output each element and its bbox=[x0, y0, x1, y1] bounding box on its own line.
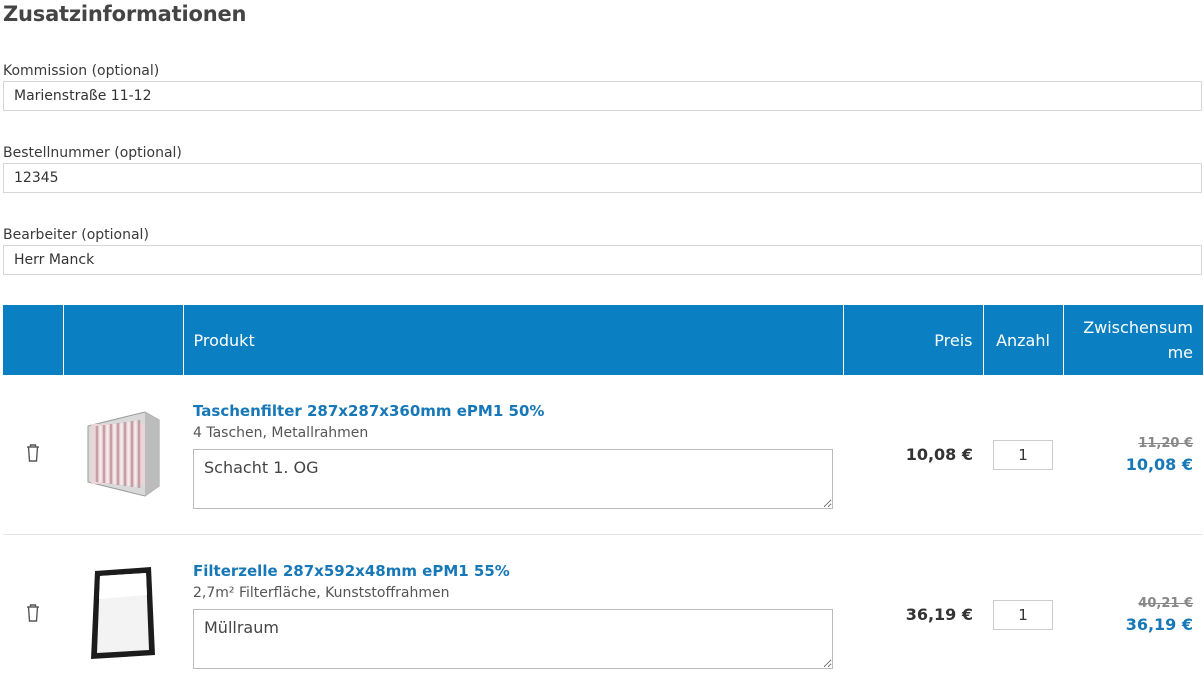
cart-item-row: Filterzelle 287x592x48mm ePM1 55% 2,7m² … bbox=[3, 535, 1203, 694]
product-description: 2,7m² Filterfläche, Kunststoffrahmen bbox=[193, 583, 833, 603]
section-title: Zusatzinformationen bbox=[3, 0, 246, 28]
quantity-input[interactable] bbox=[993, 600, 1053, 630]
header-product: Produkt bbox=[183, 305, 843, 375]
bestellnummer-input[interactable] bbox=[3, 163, 1202, 193]
cart-table: Produkt Preis Anzahl Zwischensumme bbox=[3, 305, 1203, 694]
old-subtotal: 40,21 € bbox=[1064, 594, 1193, 614]
header-quantity: Anzahl bbox=[983, 305, 1063, 375]
item-subtotal: 36,19 € bbox=[1064, 614, 1193, 636]
item-note-textarea[interactable]: Müllraum bbox=[193, 609, 833, 669]
cart-item-row: Taschenfilter 287x287x360mm ePM1 50% 4 T… bbox=[3, 375, 1203, 535]
kommission-label: Kommission (optional) bbox=[3, 62, 159, 80]
pocket-filter-image[interactable] bbox=[83, 408, 163, 498]
header-delete bbox=[3, 305, 63, 375]
header-subtotal: Zwischensumme bbox=[1063, 305, 1203, 375]
kommission-input[interactable] bbox=[3, 81, 1202, 111]
product-title-link[interactable]: Filterzelle 287x592x48mm ePM1 55% bbox=[193, 561, 833, 581]
old-subtotal: 11,20 € bbox=[1064, 434, 1193, 454]
bearbeiter-label: Bearbeiter (optional) bbox=[3, 226, 149, 244]
quantity-input[interactable] bbox=[993, 440, 1053, 470]
bestellnummer-label: Bestellnummer (optional) bbox=[3, 144, 182, 162]
panel-filter-image[interactable] bbox=[83, 565, 163, 661]
item-subtotal: 10,08 € bbox=[1064, 454, 1193, 476]
header-price: Preis bbox=[843, 305, 983, 375]
item-note-textarea[interactable]: Schacht 1. OG bbox=[193, 449, 833, 509]
item-price: 10,08 € bbox=[843, 375, 983, 535]
item-price: 36,19 € bbox=[843, 535, 983, 694]
product-title-link[interactable]: Taschenfilter 287x287x360mm ePM1 50% bbox=[193, 401, 833, 421]
product-description: 4 Taschen, Metallrahmen bbox=[193, 423, 833, 443]
trash-icon[interactable] bbox=[24, 603, 42, 623]
trash-icon[interactable] bbox=[24, 443, 42, 463]
cart-header-row: Produkt Preis Anzahl Zwischensumme bbox=[3, 305, 1203, 375]
bearbeiter-input[interactable] bbox=[3, 245, 1202, 275]
header-image bbox=[63, 305, 183, 375]
